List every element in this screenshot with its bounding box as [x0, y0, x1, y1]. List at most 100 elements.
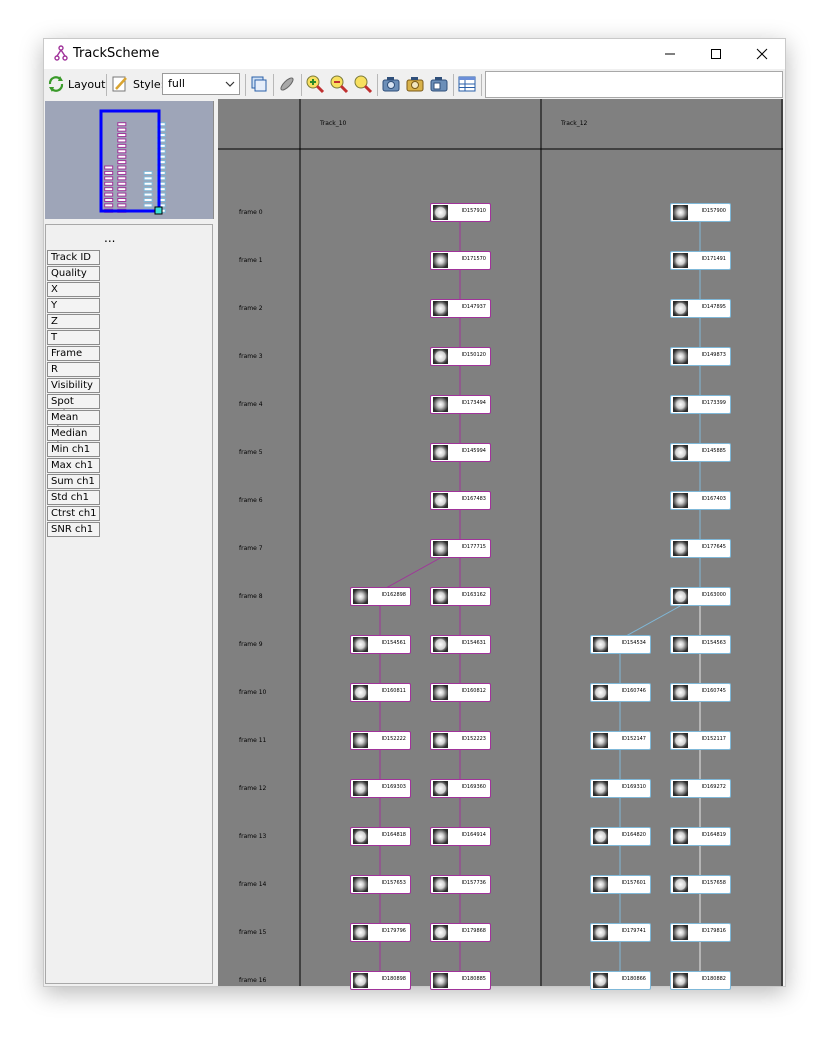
spot-node[interactable]: ID169272 — [670, 779, 731, 798]
feature-button[interactable]: SNR ch1 — [47, 522, 100, 537]
trackscheme-graph[interactable]: Track_10 Track_12 frame 0 frame 1 frame 2 fra… — [218, 99, 783, 990]
spot-node[interactable]: ID157736 — [430, 875, 491, 894]
overview-minimap[interactable] — [45, 101, 214, 219]
style-dropdown[interactable]: full — [162, 73, 240, 95]
spot-node[interactable]: ID167483 — [430, 491, 491, 510]
spot-node[interactable]: ID164819 — [670, 827, 731, 846]
feature-button[interactable]: Max ch1 — [47, 458, 100, 473]
spot-node[interactable]: ID160745 — [670, 683, 731, 702]
overview-spot — [117, 187, 127, 192]
spot-node[interactable]: ID171570 — [430, 251, 491, 270]
capture-decorated-icon[interactable] — [405, 74, 425, 94]
spot-node[interactable]: ID152222 — [350, 731, 411, 750]
spot-node[interactable]: ID167403 — [670, 491, 731, 510]
zoom-out-icon[interactable] — [329, 74, 349, 94]
feature-button[interactable]: Track ID — [47, 250, 100, 265]
frame-label: frame 16 — [239, 977, 267, 984]
spot-node[interactable]: ID180898 — [350, 971, 411, 990]
spot-node[interactable]: ID160811 — [350, 683, 411, 702]
feature-button[interactable]: Sum ch1 — [47, 474, 100, 489]
spot-id: ID160812 — [461, 688, 486, 694]
spot-node[interactable]: ID164914 — [430, 827, 491, 846]
feature-button[interactable]: X — [47, 282, 100, 297]
spot-node[interactable]: ID173399 — [670, 395, 731, 414]
spot-node[interactable]: ID145885 — [670, 443, 731, 462]
frame-label: frame 14 — [239, 881, 267, 888]
spot-node[interactable]: ID177645 — [670, 539, 731, 558]
spot-node[interactable]: ID157910 — [430, 203, 491, 222]
spot-id: ID157653 — [381, 880, 406, 886]
spot-node[interactable]: ID154631 — [430, 635, 491, 654]
spot-node[interactable]: ID180882 — [670, 971, 731, 990]
spot-node[interactable]: ID164820 — [590, 827, 651, 846]
spot-node[interactable]: ID171491 — [670, 251, 731, 270]
feature-button[interactable]: Quality — [47, 266, 100, 281]
feature-button[interactable]: Y — [47, 298, 100, 313]
spot-node[interactable]: ID149873 — [670, 347, 731, 366]
spot-node[interactable]: ID179816 — [670, 923, 731, 942]
spot-node[interactable]: ID157653 — [350, 875, 411, 894]
export-icon[interactable] — [429, 74, 449, 94]
spot-node[interactable]: ID164818 — [350, 827, 411, 846]
style-button[interactable]: Style: — [111, 73, 164, 95]
spot-node[interactable]: ID150120 — [430, 347, 491, 366]
spot-node[interactable]: ID162898 — [350, 587, 411, 606]
spot-node[interactable]: ID177715 — [430, 539, 491, 558]
spot-node[interactable]: ID147937 — [430, 299, 491, 318]
spot-node[interactable]: ID169303 — [350, 779, 411, 798]
feature-button[interactable]: Spot color — [47, 394, 100, 420]
spot-node[interactable]: ID157658 — [670, 875, 731, 894]
spot-node[interactable]: ID145994 — [430, 443, 491, 462]
spot-node[interactable]: ID154534 — [590, 635, 651, 654]
capture-undecorated-icon[interactable] — [381, 74, 401, 94]
maximize-button[interactable] — [693, 39, 739, 69]
minimize-button[interactable] — [647, 39, 693, 69]
spot-node[interactable]: ID154561 — [350, 635, 411, 654]
spot-id: ID180885 — [461, 976, 486, 982]
spot-node[interactable]: ID157900 — [670, 203, 731, 222]
feature-button[interactable]: Frame — [47, 346, 100, 361]
spot-node[interactable]: ID160746 — [590, 683, 651, 702]
table-icon[interactable] — [457, 74, 477, 94]
spot-node[interactable]: ID152117 — [670, 731, 731, 750]
feature-button[interactable]: Std ch1 — [47, 490, 100, 505]
link-icon[interactable] — [277, 74, 297, 94]
display-decorations-icon[interactable] — [249, 74, 269, 94]
feature-button[interactable]: Median ch1 — [47, 426, 100, 452]
panel-menu-dots[interactable]: ... — [104, 231, 115, 245]
spot-id: ID154631 — [461, 640, 486, 646]
overview-resize-handle[interactable] — [154, 206, 163, 215]
spot-node[interactable]: ID154563 — [670, 635, 731, 654]
spot-node[interactable]: ID180866 — [590, 971, 651, 990]
spot-node[interactable]: ID169360 — [430, 779, 491, 798]
spot-node[interactable]: ID152223 — [430, 731, 491, 750]
close-button[interactable] — [739, 39, 785, 69]
overview-spot — [117, 203, 127, 208]
reset-zoom-icon[interactable] — [353, 74, 373, 94]
feature-button[interactable]: T — [47, 330, 100, 345]
spot-node[interactable]: ID179741 — [590, 923, 651, 942]
spot-node[interactable]: ID173494 — [430, 395, 491, 414]
feature-button[interactable]: R — [47, 362, 100, 377]
spot-node[interactable]: ID152147 — [590, 731, 651, 750]
toolbar-separator — [301, 74, 302, 96]
feature-button[interactable]: Z — [47, 314, 100, 329]
spot-node[interactable]: ID163162 — [430, 587, 491, 606]
spot-node[interactable]: ID147895 — [670, 299, 731, 318]
spot-node[interactable]: ID163000 — [670, 587, 731, 606]
spot-node[interactable]: ID157601 — [590, 875, 651, 894]
spot-thumbnail — [433, 349, 448, 364]
feature-button[interactable]: Visibility — [47, 378, 100, 393]
spot-node[interactable]: ID180885 — [430, 971, 491, 990]
zoom-in-icon[interactable] — [305, 74, 325, 94]
search-input[interactable] — [485, 71, 783, 98]
feature-button[interactable]: Mean ch1 — [47, 410, 100, 436]
spot-node[interactable]: ID160812 — [430, 683, 491, 702]
spot-node[interactable]: ID179796 — [350, 923, 411, 942]
spot-node[interactable]: ID179868 — [430, 923, 491, 942]
spot-node[interactable]: ID169310 — [590, 779, 651, 798]
feature-button[interactable]: Ctrst ch1 — [47, 506, 100, 521]
layout-button[interactable]: Layout — [47, 73, 105, 95]
feature-button[interactable]: Min ch1 — [47, 442, 100, 457]
style-label: Style: — [133, 77, 165, 91]
